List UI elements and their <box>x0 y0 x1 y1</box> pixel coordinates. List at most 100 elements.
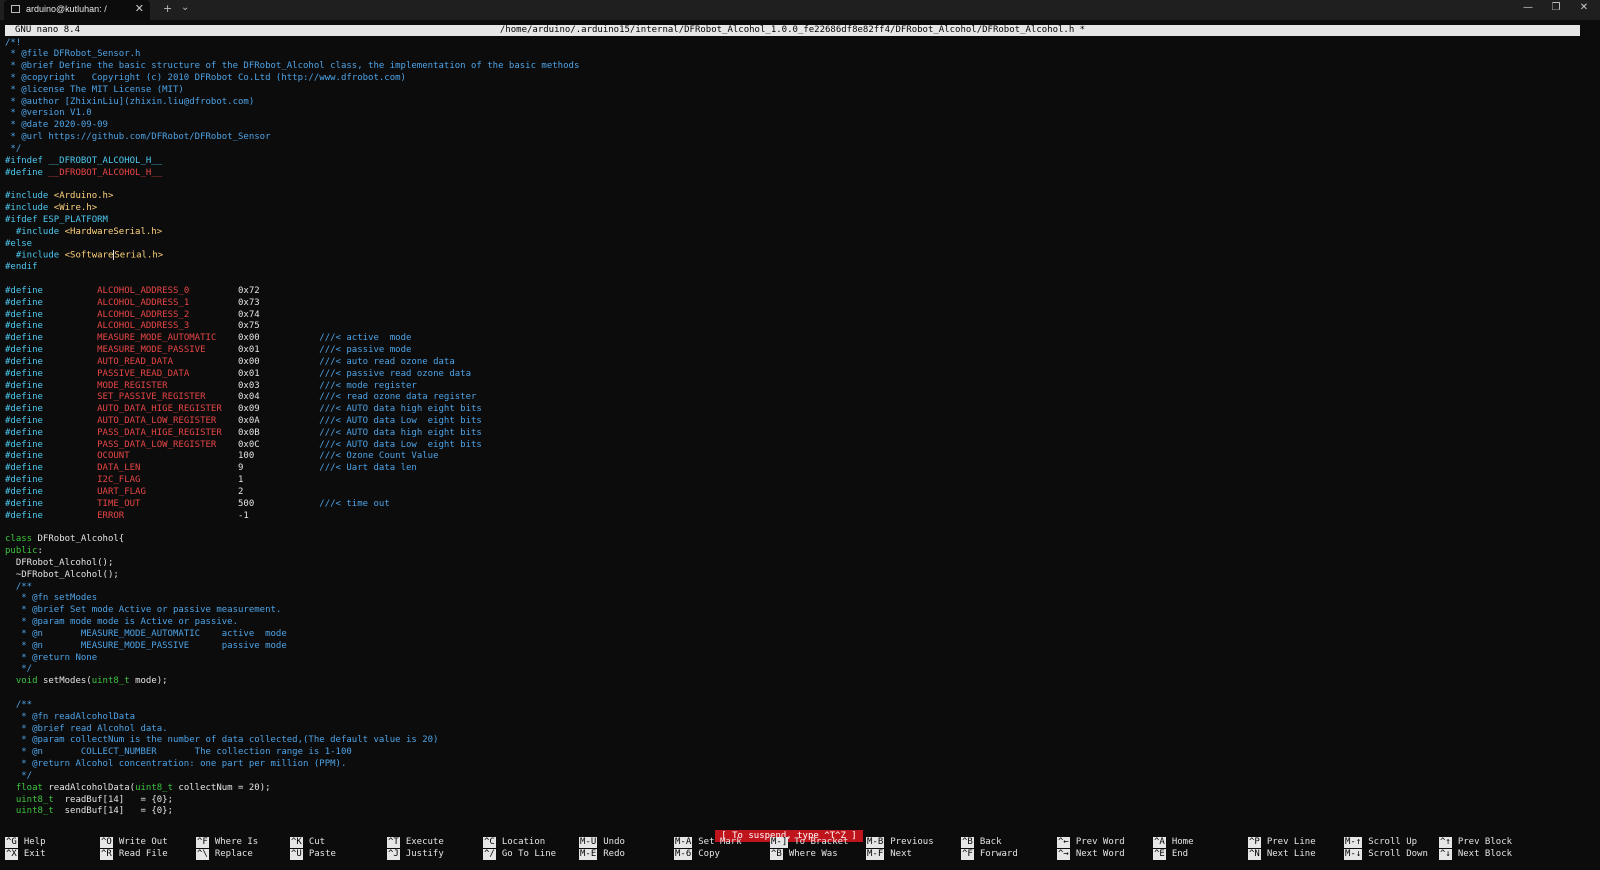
literal: 100 <box>238 451 320 462</box>
comment: */ <box>5 664 33 675</box>
shortcut-label: Scroll Down <box>1368 849 1428 859</box>
shortcut-next-block[interactable]: ^↓ Next Block <box>1439 849 1512 860</box>
tab-dropdown-icon[interactable]: ⌄ <box>181 2 189 13</box>
shortcut-next[interactable]: M-F Next <box>866 849 912 860</box>
include-path: <Wire.h> <box>53 203 98 214</box>
shortcut-label: Location <box>501 837 546 847</box>
shortcut-previous[interactable]: M-B Previous <box>866 837 934 848</box>
code-text: readAlcoholData( <box>48 782 136 793</box>
shortcut-key: M-↓ <box>1344 849 1363 860</box>
code-line: * @n COLLECT_NUMBER The collection range… <box>5 747 579 759</box>
shortcut-label: Read File <box>118 849 168 859</box>
shortcut-read-file[interactable]: ^R Read File <box>100 849 168 860</box>
maximize-icon[interactable]: ❐ <box>1542 2 1570 18</box>
code-line: #define PASSIVE_READ_DATA 0x01 ///< pass… <box>5 369 579 381</box>
comment: * @url https://github.com/DFRobot/DFRobo… <box>5 132 271 143</box>
shortcut-copy[interactable]: M-6 Copy <box>674 849 720 860</box>
nano-version: GNU nano 8.4 <box>15 25 81 35</box>
shortcut-label: Cut <box>308 837 326 847</box>
preprocessor: #define <box>5 416 98 426</box>
shortcut-execute[interactable]: ^T Execute <box>387 837 444 848</box>
shortcut-label: Scroll Up <box>1368 837 1418 847</box>
shortcut-replace[interactable]: ^\ Replace <box>196 849 253 860</box>
shortcut-forward[interactable]: ^F Forward <box>961 849 1018 860</box>
shortcut-prev-line[interactable]: ^P Prev Line <box>1248 837 1316 848</box>
window-close-icon[interactable]: ✕ <box>1570 2 1598 18</box>
preprocessor: #include <box>5 250 65 261</box>
shortcut-set-mark[interactable]: M-A Set Mark <box>674 837 742 848</box>
literal: 0x00 <box>238 333 320 344</box>
macro-name: AUTO_DATA_LOW_REGISTER <box>97 416 239 426</box>
literal: 0x04 <box>238 392 320 403</box>
macro-name: DATA_LEN <box>97 463 239 474</box>
comment: ///< auto read ozone data <box>319 356 455 367</box>
comment: ///< Ozone Count Value <box>319 451 439 462</box>
shortcut-end[interactable]: ^E End <box>1153 849 1188 860</box>
shortcut-home[interactable]: ^A Home <box>1153 837 1194 848</box>
code-line: #define PASS_DATA_LOW_REGISTER 0x0C ///<… <box>5 440 579 452</box>
comment: */ <box>5 770 33 781</box>
literal: 0x0C <box>238 439 320 450</box>
tab-close-icon[interactable]: ✕ <box>135 2 144 15</box>
shortcut-key: ^K <box>290 837 303 848</box>
shortcut-justify[interactable]: ^J Justify <box>387 849 444 860</box>
macro-name: I2C_FLAG <box>97 475 239 486</box>
shortcut-where-is[interactable]: ^F Where Is <box>196 837 258 848</box>
shortcut-key: ^E <box>1153 849 1166 860</box>
shortcut-next-line[interactable]: ^N Next Line <box>1248 849 1316 860</box>
shortcut-write-out[interactable]: ^O Write Out <box>100 837 168 848</box>
include-path: Serial.h> <box>114 250 164 261</box>
shortcut-help[interactable]: ^G Help <box>5 837 46 848</box>
shortcut-paste[interactable]: ^U Paste <box>290 849 336 860</box>
shortcut-scroll-up[interactable]: M-↑ Scroll Up <box>1344 837 1417 848</box>
terminal-area[interactable]: /home/arduino/.arduino15/internal/DFRobo… <box>0 20 1600 870</box>
shortcut-undo[interactable]: M-U Undo <box>579 837 625 848</box>
preprocessor: #define <box>5 451 98 462</box>
preprocessor: #define <box>5 498 98 509</box>
shortcut-label: Execute <box>405 837 444 847</box>
shortcut-key: ^O <box>100 837 113 848</box>
shortcut-location[interactable]: ^C Location <box>483 837 545 848</box>
comment: * @brief Define the basic structure of t… <box>5 61 580 72</box>
keyword: uint8_t <box>5 806 54 817</box>
shortcut-prev-word[interactable]: ^← Prev Word <box>1057 837 1125 848</box>
shortcut-key: ^↓ <box>1439 849 1452 860</box>
shortcut-prev-block[interactable]: ^↑ Prev Block <box>1439 837 1512 848</box>
code-line: * @return None <box>5 653 579 665</box>
terminal-tab[interactable]: arduino@kutluhan: / ✕ <box>4 0 150 20</box>
code-line: * @return Alcohol concentration: one par… <box>5 759 579 771</box>
shortcut-back[interactable]: ^B Back <box>961 837 1002 848</box>
comment: * @return Alcohol concentration: one par… <box>5 759 347 770</box>
shortcut-cut[interactable]: ^K Cut <box>290 837 325 848</box>
minimize-icon[interactable]: — <box>1514 2 1542 18</box>
literal: 0x74 <box>238 309 260 320</box>
macro-name: ALCOHOL_ADDRESS_3 <box>97 321 239 332</box>
comment: ///< read ozone data register <box>319 392 477 403</box>
shortcut-exit[interactable]: ^X Exit <box>5 849 46 860</box>
code-line: * @brief Define the basic structure of t… <box>5 61 579 73</box>
code-text: readBuf[14] = {0}; <box>53 794 173 805</box>
editor-content[interactable]: /*! * @file DFRobot_Sensor.h * @brief De… <box>5 38 579 819</box>
code-line: ~DFRobot_Alcohol(); <box>5 570 579 582</box>
include-path: <Arduino.h> <box>53 191 114 202</box>
literal: 2 <box>238 486 244 497</box>
shortcut-key: M-F <box>866 849 885 860</box>
code-line: /*! <box>5 38 579 50</box>
comment: */ <box>5 143 22 154</box>
shortcut-where-was[interactable]: ^B Where Was <box>770 849 838 860</box>
shortcut-key: ^F <box>196 837 209 848</box>
shortcut-to-bracket[interactable]: M-] To Bracket <box>770 837 848 848</box>
shortcut-redo[interactable]: M-E Redo <box>579 849 625 860</box>
code-line: */ <box>5 664 579 676</box>
new-tab-icon[interactable]: + <box>163 2 172 15</box>
shortcut-next-word[interactable]: ^→ Next Word <box>1057 849 1125 860</box>
preprocessor: #define <box>5 392 98 403</box>
preprocessor: #ifndef __DFROBOT_ALCOHOL_H__ <box>5 155 163 166</box>
literal: 0x0A <box>238 416 320 426</box>
shortcut-scroll-down[interactable]: M-↓ Scroll Down <box>1344 849 1428 860</box>
preprocessor: #define <box>5 297 98 308</box>
code-line: #define AUTO_DATA_HIGE_REGISTER 0x09 ///… <box>5 404 579 416</box>
shortcut-go-to-line[interactable]: ^/ Go To Line <box>483 849 556 860</box>
comment: ///< active mode <box>319 333 412 344</box>
